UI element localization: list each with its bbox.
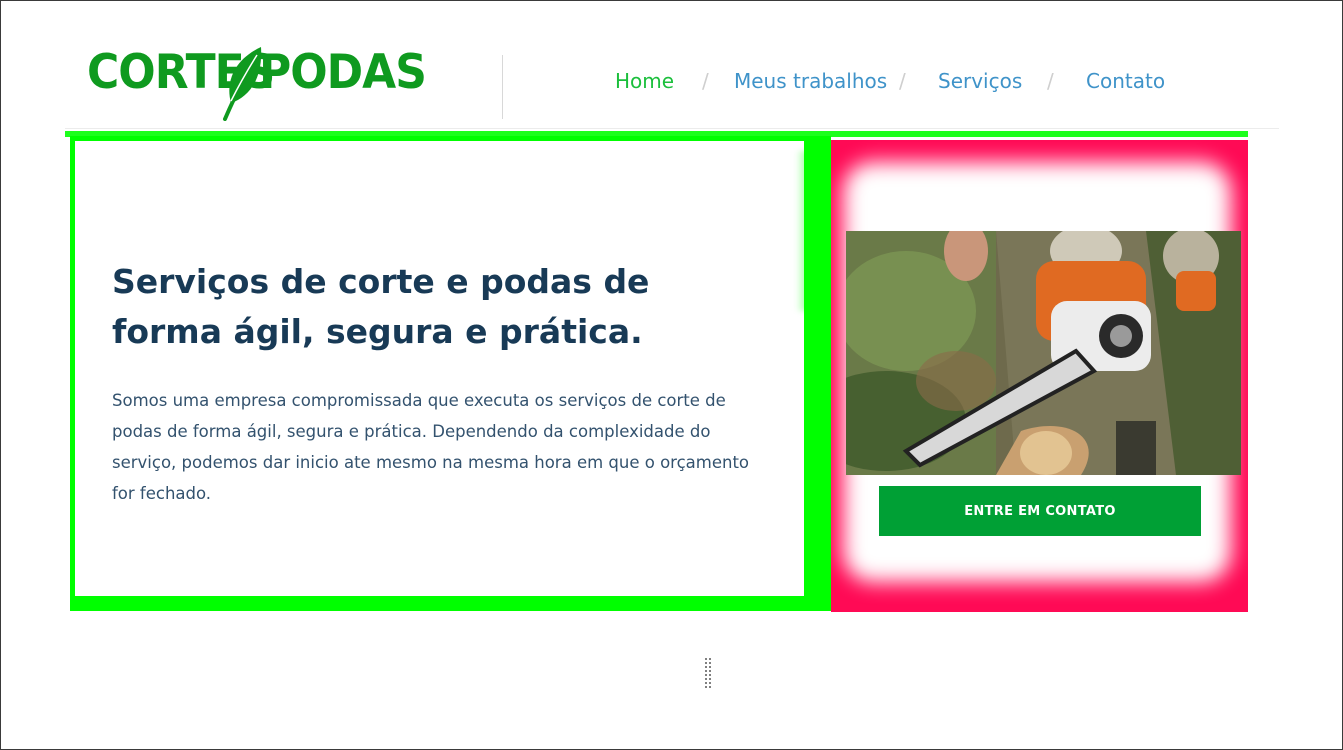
- header-bottom-border: [65, 128, 1279, 129]
- hero-title: Serviços de corte e podas de forma ágil,…: [112, 257, 712, 357]
- nav-home[interactable]: Home: [615, 69, 674, 93]
- hero-title-line1: Serviços de corte e podas de: [112, 262, 650, 301]
- nav-separator: /: [1047, 69, 1054, 93]
- hero-text-card: [70, 136, 809, 606]
- browser-viewport: CORTES PODAS Home / Meus trabalhos / Ser…: [0, 0, 1343, 750]
- nav-separator: /: [899, 69, 906, 93]
- text-cursor-icon: [705, 658, 711, 690]
- logo-text-podas: PODAS: [259, 44, 427, 101]
- header-divider: [502, 55, 503, 119]
- hero-description: Somos uma empresa compromissada que exec…: [112, 391, 750, 503]
- site-logo[interactable]: CORTES PODAS: [87, 43, 427, 123]
- hero-title-line2: forma ágil, segura e prática.: [112, 312, 643, 351]
- chainsaw-photo-illustration: [846, 231, 1241, 475]
- hero-bottom-border: [70, 596, 830, 611]
- hero-right-border: [804, 136, 831, 611]
- chainsaw-photo: [846, 231, 1241, 475]
- contact-button[interactable]: ENTRE EM CONTATO: [879, 486, 1201, 536]
- nav-meus-trabalhos[interactable]: Meus trabalhos: [734, 69, 887, 93]
- nav-separator: /: [702, 69, 709, 93]
- nav-contato[interactable]: Contato: [1086, 69, 1165, 93]
- nav-servicos[interactable]: Serviços: [938, 69, 1022, 93]
